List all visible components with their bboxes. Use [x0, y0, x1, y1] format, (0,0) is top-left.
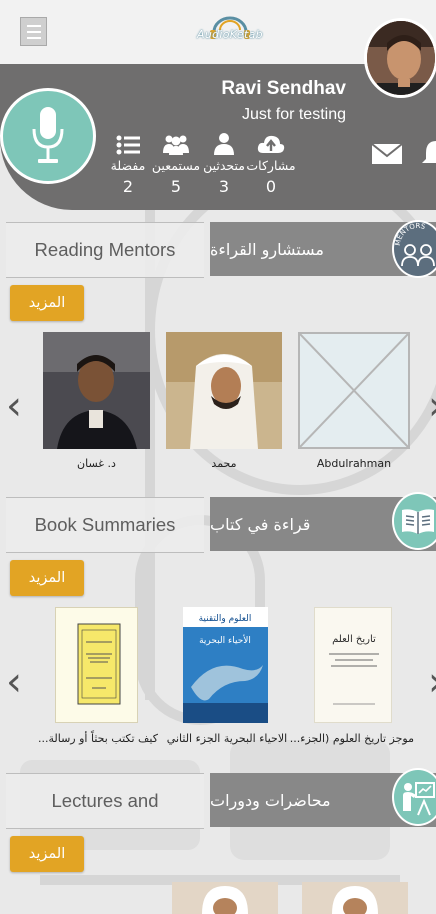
- mentor-photo[interactable]: [43, 332, 150, 449]
- mail-icon[interactable]: [371, 143, 403, 169]
- chevron-left-icon[interactable]: ‹: [6, 662, 22, 702]
- book-caption: كيف تكتب بحثاً أو رسالة...: [37, 732, 158, 745]
- favorites-list-icon: [116, 135, 140, 155]
- mentor-caption: د. غسان: [77, 457, 116, 470]
- app-logo: AudioKetab: [190, 8, 270, 48]
- lecture-thumbnail[interactable]: [172, 882, 278, 914]
- section-title-arabic-text: قراءة في كتاب: [210, 514, 311, 534]
- more-button-mentors[interactable]: المزيد: [10, 285, 84, 321]
- book-cover-title: الأحياء البحرية: [199, 634, 251, 646]
- user-avatar[interactable]: [364, 18, 436, 98]
- listeners-group-icon: [163, 135, 189, 155]
- upload-cloud-icon: [257, 135, 285, 153]
- mentor-caption: Abdulrahman: [316, 457, 392, 470]
- section-title-reading-mentors: Reading Mentors: [6, 222, 204, 278]
- mentors-badge-text: MENTORS: [394, 222, 427, 246]
- section-title-arabic-text: محاضرات ودورات: [210, 790, 331, 810]
- more-button-lectures[interactable]: المزيد: [10, 836, 84, 872]
- book-summaries-badge-icon: [392, 492, 436, 550]
- user-name: Ravi Sendhav: [221, 78, 346, 99]
- lecture-thumbnail[interactable]: [302, 882, 408, 914]
- mentor-photo-placeholder[interactable]: [298, 332, 410, 449]
- mentor-photo[interactable]: [166, 332, 282, 449]
- stat-label: متحدثين: [203, 158, 245, 173]
- record-microphone-button[interactable]: [0, 88, 96, 184]
- stat-value: 2: [122, 177, 134, 196]
- hamburger-menu-icon[interactable]: [20, 17, 47, 46]
- book-cover[interactable]: تاريخ العلم: [314, 607, 392, 723]
- section-title-book-summaries: Book Summaries: [6, 497, 204, 553]
- app-logo-text: AudioKetab: [197, 28, 263, 41]
- mentor-caption: محمد: [211, 457, 237, 470]
- stat-listeners[interactable]: مستمعين 5: [148, 130, 204, 196]
- stat-favorites[interactable]: مفضلة 2: [100, 130, 156, 196]
- speaker-person-icon: [214, 133, 234, 155]
- bell-icon[interactable]: [422, 137, 436, 171]
- stat-value: 3: [218, 177, 230, 196]
- more-button-summaries[interactable]: المزيد: [10, 560, 84, 596]
- chevron-right-icon[interactable]: ›: [428, 386, 436, 426]
- stat-value: 5: [170, 177, 182, 196]
- chevron-left-icon[interactable]: ‹: [6, 386, 22, 426]
- book-caption: الاحياء البحرية الجزء الثاني: [166, 732, 288, 745]
- chevron-right-icon[interactable]: ›: [428, 662, 436, 702]
- stat-label: مستمعين: [151, 158, 201, 173]
- book-caption: موجز تاريخ العلوم (الجزء...: [289, 732, 414, 745]
- stat-label: مفضلة: [110, 158, 146, 173]
- lectures-badge-icon: [392, 768, 436, 826]
- book-cover-title: تاريخ العلم: [332, 634, 376, 645]
- mentors-badge-icon: MENTORS: [392, 220, 436, 278]
- user-status: Just for testing: [241, 106, 346, 123]
- section-title-arabic-text: مستشارو القراءة: [210, 239, 324, 259]
- book-cover[interactable]: [55, 607, 138, 723]
- book-cover[interactable]: العلوم والتقنية الأحياء البحرية: [183, 607, 268, 723]
- microphone-icon: [32, 107, 64, 163]
- book-cover-header: العلوم والتقنية: [199, 614, 252, 624]
- section-title-lectures: Lectures and: [6, 773, 204, 829]
- stat-speakers[interactable]: متحدثين 3: [196, 130, 252, 196]
